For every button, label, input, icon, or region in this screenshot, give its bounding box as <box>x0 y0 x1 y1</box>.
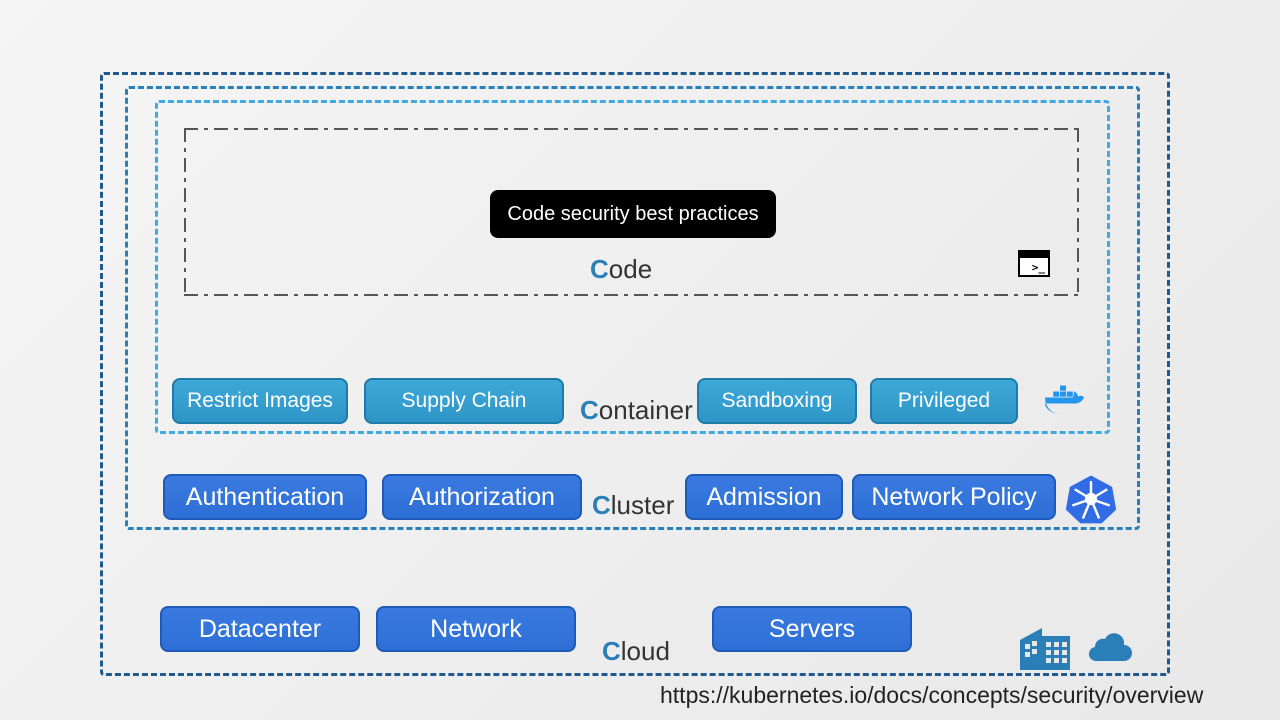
cluster-item-authorization: Authorization <box>382 474 582 520</box>
cloud-item-network: Network <box>376 606 576 652</box>
building-icon <box>1020 626 1070 670</box>
docker-icon <box>1042 382 1090 422</box>
container-item-sandboxing: Sandboxing <box>697 378 857 424</box>
cluster-item-admission: Admission <box>685 474 843 520</box>
source-url: https://kubernetes.io/docs/concepts/secu… <box>660 682 1203 709</box>
terminal-icon <box>1018 250 1050 277</box>
code-best-practices-pill: Code security best practices <box>490 190 776 238</box>
cloud-layer-label: Cloud <box>602 636 670 667</box>
cluster-item-network-policy: Network Policy <box>852 474 1056 520</box>
container-item-supply-chain: Supply Chain <box>364 378 564 424</box>
code-layer-label: Code <box>590 254 652 285</box>
cluster-item-authentication: Authentication <box>163 474 367 520</box>
cloud-icon <box>1088 630 1134 662</box>
cluster-layer-label: Cluster <box>592 490 674 521</box>
kubernetes-icon <box>1065 473 1117 525</box>
container-item-privileged: Privileged <box>870 378 1018 424</box>
container-layer-label: Container <box>580 395 693 426</box>
cloud-item-datacenter: Datacenter <box>160 606 360 652</box>
cloud-item-servers: Servers <box>712 606 912 652</box>
container-item-restrict-images: Restrict Images <box>172 378 348 424</box>
